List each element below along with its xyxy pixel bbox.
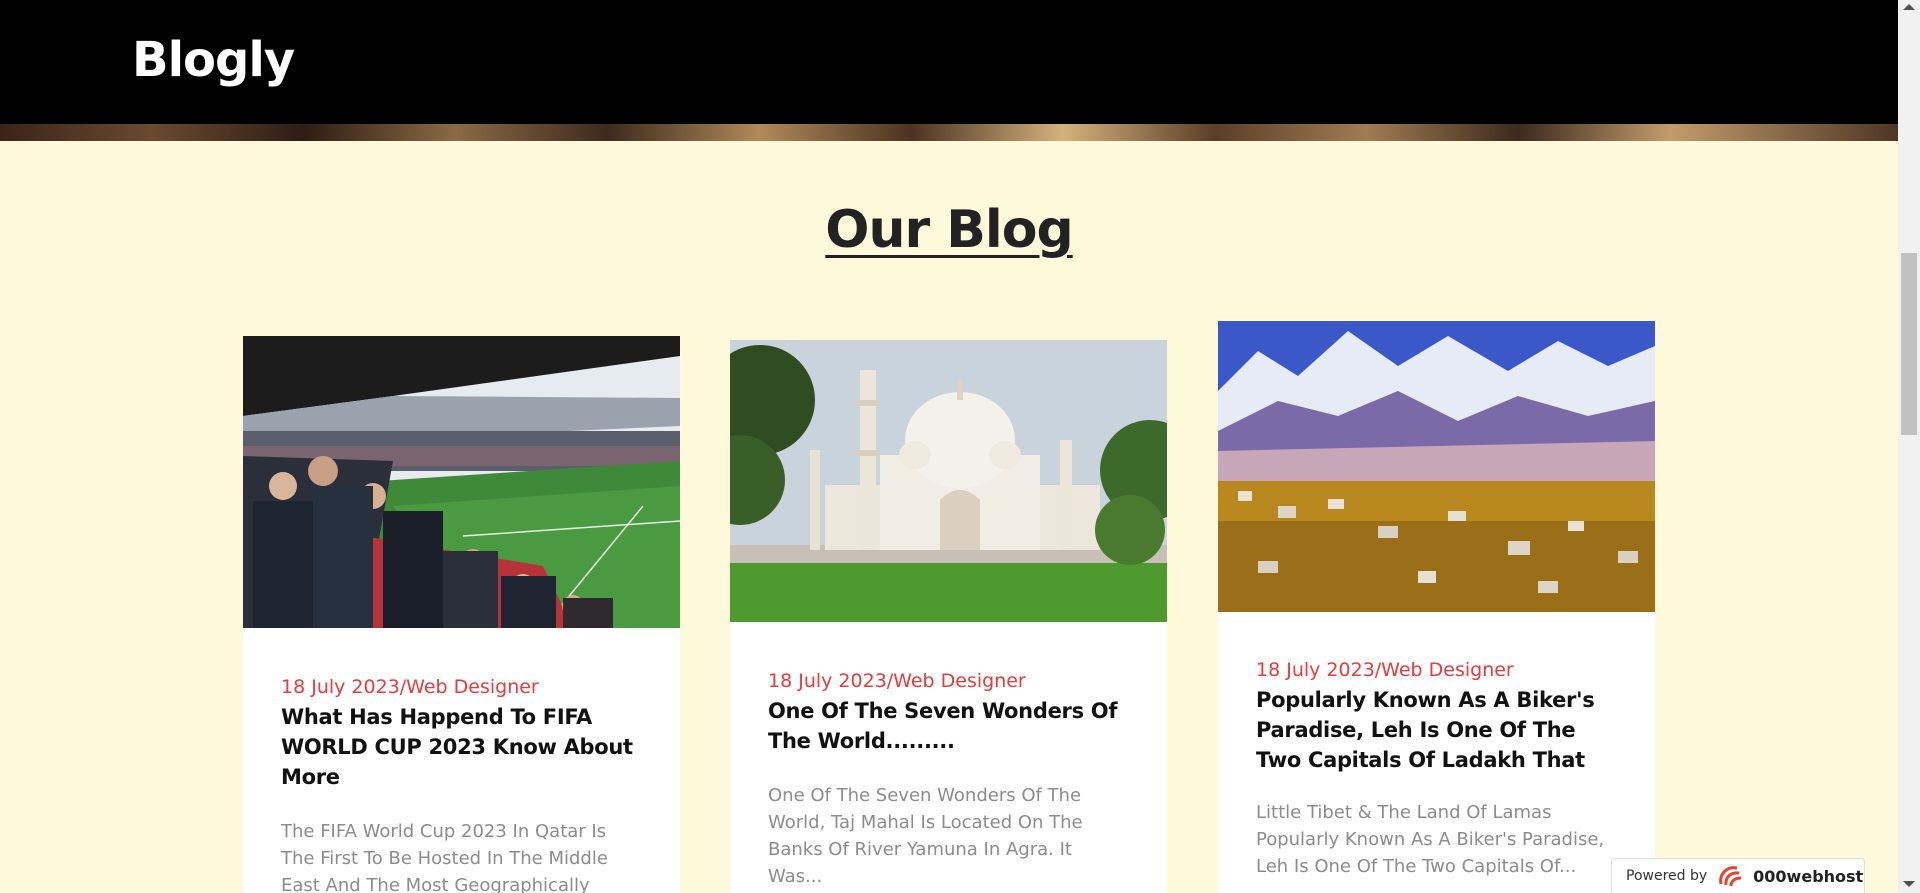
post-meta: 18 July 2023/Web Designer bbox=[768, 670, 1026, 692]
nav-about[interactable]: ABOUT bbox=[54, 0, 110, 19]
taj-mahal-photo[interactable] bbox=[730, 340, 1167, 622]
section-title: Our Blog bbox=[825, 200, 1073, 260]
site-logo[interactable]: Blogly bbox=[132, 32, 295, 88]
card-body: 18 July 2023/Web Designer Popularly Know… bbox=[1218, 659, 1655, 880]
post-excerpt: One Of The Seven Wonders Of The World, T… bbox=[768, 785, 1083, 887]
main-nav: HOME ABOUT BLOG CONTACT LOGOUT bbox=[0, 0, 1898, 19]
site-header: Blogly HOME ABOUT BLOG CONTACT LOGOUT bbox=[0, 0, 1898, 124]
card-body: 18 July 2023/Web Designer What Has Happe… bbox=[243, 676, 680, 893]
post-meta: 18 July 2023/Web Designer bbox=[1256, 659, 1514, 681]
blog-card[interactable]: 18 July 2023/Web Designer What Has Happe… bbox=[243, 336, 680, 893]
card-body: 18 July 2023/Web Designer One Of The Sev… bbox=[730, 670, 1167, 890]
scroll-down-arrow-icon[interactable] bbox=[1903, 881, 1915, 887]
hero-image-edge bbox=[0, 124, 1898, 141]
powered-by-brand: 000webhost bbox=[1753, 866, 1864, 886]
powered-by-label: Powered by bbox=[1626, 868, 1708, 884]
nav-contact[interactable]: CONTACT bbox=[164, 0, 240, 19]
page-scrollbar[interactable] bbox=[1898, 0, 1920, 893]
leh-mountains-photo[interactable] bbox=[1218, 321, 1655, 612]
stadium-photo[interactable] bbox=[243, 336, 680, 628]
post-excerpt: The FIFA World Cup 2023 In Qatar Is The … bbox=[281, 821, 608, 893]
post-title[interactable]: Popularly Known As A Biker's Paradise, L… bbox=[1256, 685, 1617, 775]
webhost-logo-icon bbox=[1719, 866, 1742, 887]
blog-card[interactable]: 18 July 2023/Web Designer Popularly Know… bbox=[1218, 321, 1655, 893]
post-meta: 18 July 2023/Web Designer bbox=[281, 676, 539, 698]
post-title[interactable]: What Has Happend To FIFA WORLD CUP 2023 … bbox=[281, 702, 642, 792]
scrollbar-thumb[interactable] bbox=[1901, 253, 1917, 435]
nav-home[interactable]: HOME bbox=[0, 0, 49, 19]
blog-card[interactable]: 18 July 2023/Web Designer One Of The Sev… bbox=[730, 340, 1167, 893]
scroll-up-arrow-icon[interactable] bbox=[1903, 4, 1915, 10]
post-title[interactable]: One Of The Seven Wonders Of The World...… bbox=[768, 696, 1129, 756]
post-excerpt: Little Tibet & The Land Of Lamas Popular… bbox=[1256, 802, 1605, 877]
powered-by-badge[interactable]: Powered by 000webhost bbox=[1611, 858, 1865, 893]
nav-blog[interactable]: BLOG bbox=[114, 0, 158, 19]
nav-logout[interactable]: LOGOUT bbox=[245, 0, 312, 19]
